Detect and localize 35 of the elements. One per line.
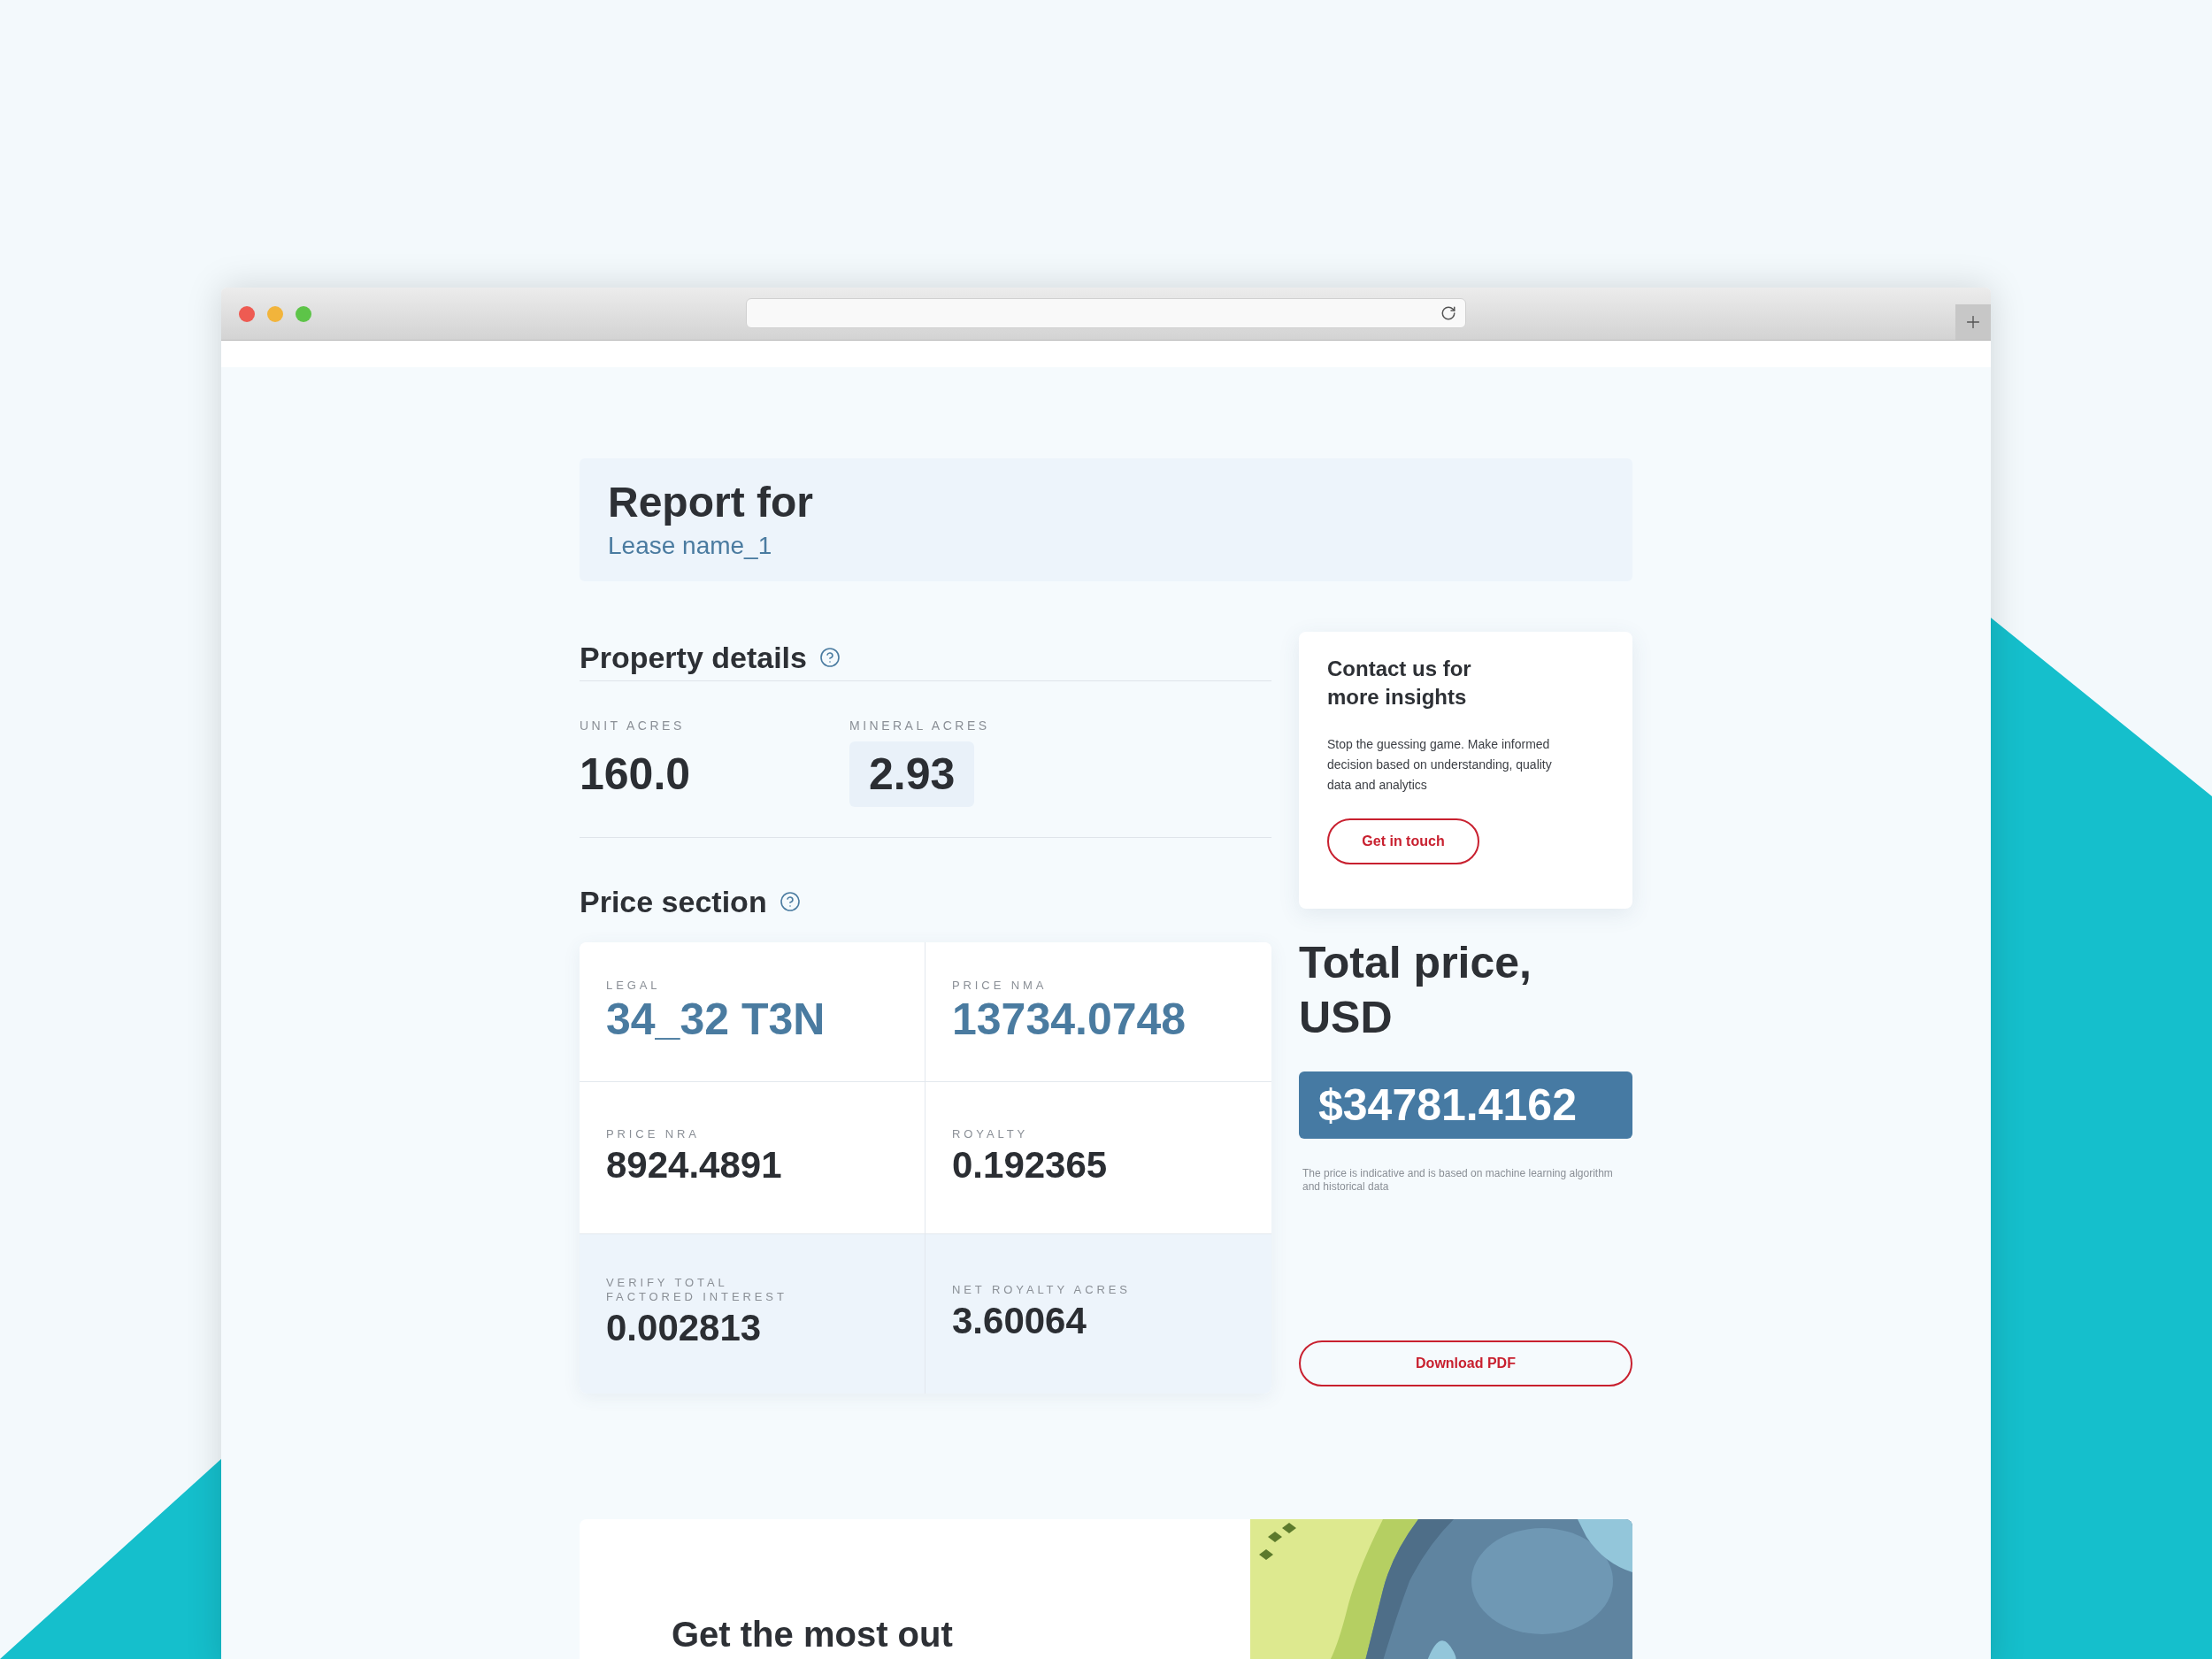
cell-value: 34_32 T3N (606, 993, 826, 1046)
contact-text: Stop the guessing game. Make informed decision based on understanding, quality data and analytics (1327, 736, 1553, 794)
reload-icon[interactable] (1440, 305, 1456, 321)
cell-value: 0.192365 (952, 1142, 1109, 1187)
help-icon[interactable] (779, 891, 801, 912)
cell-label: ROYALTY (952, 1126, 1030, 1141)
cell-value: 8924.4891 (606, 1142, 783, 1187)
total-price-title: Total price, USD (1299, 937, 1532, 1044)
cell-label: VERIFY TOTAL FACTORED INTEREST (606, 1276, 788, 1304)
close-button[interactable] (239, 305, 255, 322)
field-value: 2.93 (849, 741, 975, 807)
cell-label: PRICE NRA (606, 1126, 701, 1141)
cell-label: LEGAL (606, 978, 662, 993)
field-label: MINERAL ACRES (849, 718, 991, 734)
report-title: Report for (608, 477, 814, 527)
price-note: The price is indicative and is based on machine learning algorithm and historical data (1302, 1167, 1614, 1194)
field-value: 160.0 (580, 749, 691, 801)
cell-value: 3.60064 (952, 1299, 1087, 1343)
contact-title: Contact us for more insights (1327, 656, 1472, 710)
section-title: Property details (580, 639, 807, 676)
total-price-value: $34781.4162 (1299, 1071, 1632, 1139)
cell-label: PRICE NMA (952, 978, 1048, 993)
minimize-button[interactable] (267, 305, 283, 322)
cell-value: 0.002813 (606, 1306, 763, 1350)
help-icon[interactable] (819, 647, 841, 668)
maximize-button[interactable] (296, 305, 311, 322)
cell-label: NET ROYALTY ACRES (952, 1283, 1132, 1297)
get-in-touch-button[interactable]: Get in touch (1327, 818, 1479, 864)
download-pdf-button[interactable]: Download PDF (1299, 1340, 1632, 1386)
cell-value: 13734.0748 (952, 993, 1187, 1046)
lease-name: Lease name_1 (608, 530, 773, 561)
new-tab-button[interactable] (1955, 304, 1991, 340)
field-label: UNIT ACRES (580, 718, 686, 734)
section-title: Price section (580, 883, 767, 920)
promo-title: Get the most out (672, 1614, 953, 1655)
